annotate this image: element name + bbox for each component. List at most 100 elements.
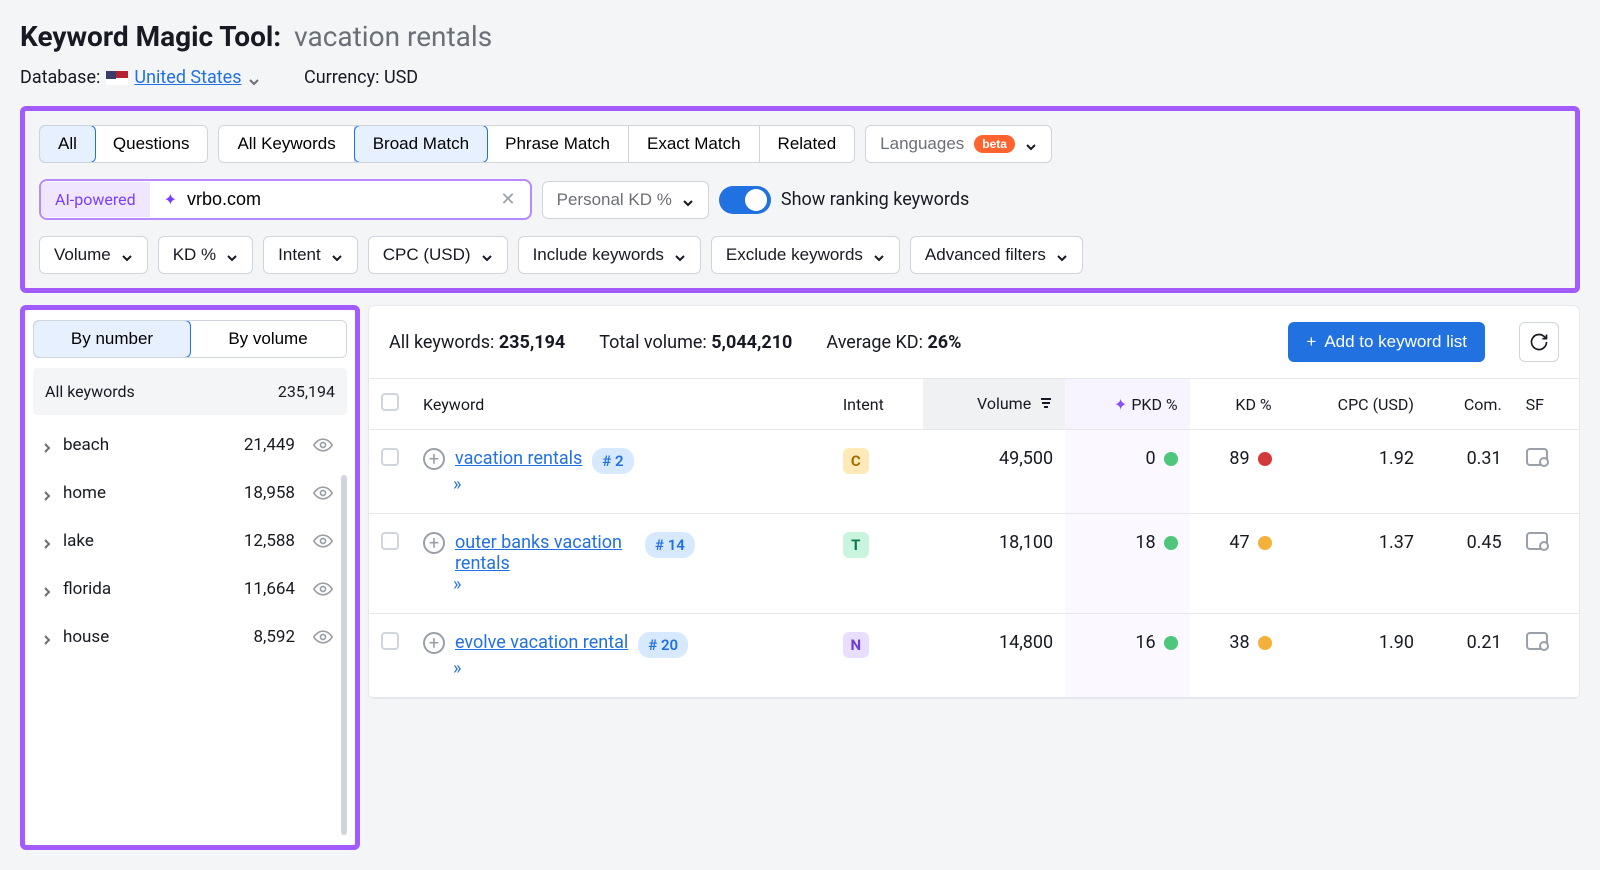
sidebar-sort-group: By number By volume [33, 320, 347, 358]
chevron-down-icon [248, 72, 260, 84]
personal-kd-dropdown[interactable]: Personal KD % [542, 181, 709, 219]
filter-intent[interactable]: Intent [263, 236, 358, 274]
cell-com: 0.21 [1426, 614, 1514, 698]
row-checkbox[interactable] [381, 632, 399, 650]
sort-by-volume[interactable]: By volume [190, 321, 346, 357]
sidebar-item-home[interactable]: home 18,958 [33, 469, 341, 517]
sidebar-item-lake[interactable]: lake 12,588 [33, 517, 341, 565]
eye-icon[interactable] [313, 531, 333, 551]
cell-pkd: 18 [1065, 514, 1190, 614]
domain-input-container: AI-powered ✦ ✕ [39, 179, 532, 220]
results-panel: All keywords: 235,194 Total volume: 5,04… [368, 305, 1580, 699]
domain-input[interactable] [187, 189, 491, 210]
expand-icon[interactable]: + [423, 448, 445, 470]
chevron-down-icon [1056, 249, 1068, 261]
col-pkd[interactable]: ✦PKD % [1065, 379, 1190, 430]
keyword-link[interactable]: outer banks vacation rentals [455, 532, 635, 574]
search-query: vacation rentals [294, 20, 492, 53]
match-tab-broad[interactable]: Broad Match [354, 125, 488, 163]
col-keyword[interactable]: Keyword [411, 379, 831, 430]
chevron-down-icon [873, 249, 885, 261]
eye-icon[interactable] [313, 435, 333, 455]
col-volume[interactable]: Volume [923, 379, 1065, 430]
clear-input-icon[interactable]: ✕ [501, 189, 516, 210]
keyword-link[interactable]: evolve vacation rental [455, 632, 628, 653]
chevron-down-icon [331, 249, 343, 261]
sidebar-item-house[interactable]: house 8,592 [33, 613, 341, 661]
eye-icon[interactable] [313, 627, 333, 647]
filter-volume[interactable]: Volume [39, 236, 148, 274]
type-tab-group: All Questions [39, 125, 208, 163]
sparkle-icon: ✦ [164, 190, 177, 209]
beta-badge: beta [974, 135, 1015, 153]
eye-icon[interactable] [313, 579, 333, 599]
sidebar-item-beach[interactable]: beach 21,449 [33, 421, 341, 469]
col-kd[interactable]: KD % [1190, 379, 1284, 430]
cell-kd: 38 [1190, 614, 1284, 698]
filter-include[interactable]: Include keywords [518, 236, 701, 274]
flag-icon [106, 71, 128, 85]
col-intent[interactable]: Intent [831, 379, 923, 430]
expand-icon[interactable]: + [423, 532, 445, 554]
chevron-right-icon [41, 439, 53, 451]
match-tab-group: All Keywords Broad Match Phrase Match Ex… [218, 125, 855, 163]
row-checkbox[interactable] [381, 532, 399, 550]
eye-icon[interactable] [313, 483, 333, 503]
filter-kd[interactable]: KD % [158, 236, 253, 274]
chevron-right-icon [41, 631, 53, 643]
difficulty-dot-icon [1164, 636, 1178, 650]
expand-icon[interactable]: + [423, 632, 445, 654]
difficulty-dot-icon [1258, 536, 1272, 550]
match-tab-related[interactable]: Related [760, 126, 855, 162]
cell-pkd: 16 [1065, 614, 1190, 698]
chevron-down-icon [1025, 138, 1037, 150]
scrollbar[interactable] [341, 475, 347, 835]
col-cpc[interactable]: CPC (USD) [1284, 379, 1426, 430]
currency-value: USD [384, 67, 418, 88]
database-selector[interactable]: United States [134, 67, 259, 88]
stats-bar: All keywords: 235,194 Total volume: 5,04… [369, 306, 1579, 378]
sort-by-number[interactable]: By number [33, 320, 191, 358]
filter-cpc[interactable]: CPC (USD) [368, 236, 508, 274]
more-chevron-icon[interactable]: » [453, 574, 819, 595]
match-tab-phrase[interactable]: Phrase Match [487, 126, 629, 162]
intent-badge: C [843, 448, 869, 474]
rank-badge: # 14 [645, 532, 695, 558]
col-com[interactable]: Com. [1426, 379, 1514, 430]
add-to-keyword-list-button[interactable]: + Add to keyword list [1288, 322, 1485, 362]
sort-desc-icon [1039, 395, 1053, 414]
serp-features-icon[interactable] [1526, 448, 1548, 466]
select-all-checkbox[interactable] [381, 393, 399, 411]
sparkle-icon: ✦ [1114, 395, 1127, 414]
col-sf[interactable]: SF [1514, 379, 1579, 430]
keyword-link[interactable]: vacation rentals [455, 448, 582, 469]
cell-com: 0.31 [1426, 430, 1514, 514]
chevron-down-icon [226, 249, 238, 261]
languages-dropdown[interactable]: Languages beta [865, 125, 1052, 163]
filter-advanced[interactable]: Advanced filters [910, 236, 1083, 274]
match-tab-exact[interactable]: Exact Match [629, 126, 760, 162]
intent-badge: T [843, 532, 869, 558]
more-chevron-icon[interactable]: » [453, 474, 819, 495]
database-label: Database: [20, 67, 100, 88]
chevron-right-icon [41, 487, 53, 499]
type-tab-all[interactable]: All [39, 125, 96, 163]
serp-features-icon[interactable] [1526, 532, 1548, 550]
type-tab-questions[interactable]: Questions [95, 126, 208, 162]
filter-exclude[interactable]: Exclude keywords [711, 236, 900, 274]
sidebar-item-florida[interactable]: florida 11,664 [33, 565, 341, 613]
sidebar-all-keywords[interactable]: All keywords 235,194 [33, 368, 347, 415]
serp-features-icon[interactable] [1526, 632, 1548, 650]
match-tab-all-keywords[interactable]: All Keywords [219, 126, 354, 162]
ranking-toggle[interactable] [719, 186, 771, 214]
cell-cpc: 1.90 [1284, 614, 1426, 698]
refresh-button[interactable] [1519, 322, 1559, 362]
difficulty-dot-icon [1164, 536, 1178, 550]
page-title: Keyword Magic Tool: vacation rentals [20, 20, 1580, 53]
row-checkbox[interactable] [381, 448, 399, 466]
table-row: + outer banks vacation rentals # 14 » T … [369, 514, 1579, 614]
more-chevron-icon[interactable]: » [453, 658, 819, 679]
table-row: + evolve vacation rental # 20 » N 14,800… [369, 614, 1579, 698]
chevron-right-icon [41, 583, 53, 595]
chevron-down-icon [682, 194, 694, 206]
